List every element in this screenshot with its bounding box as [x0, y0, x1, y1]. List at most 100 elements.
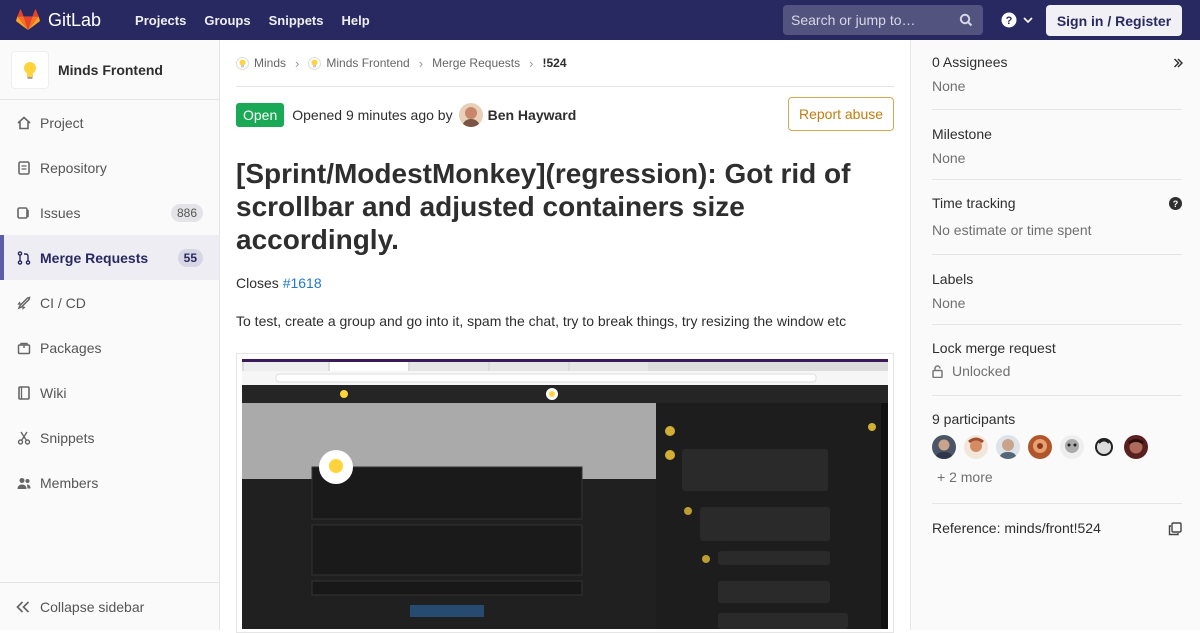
right-sidebar: 0 Assignees None Milestone None Time tra… [910, 40, 1200, 630]
sidebar-item-project[interactable]: Project [0, 100, 219, 145]
attached-screenshot[interactable] [236, 353, 894, 633]
lock-open-icon [932, 364, 943, 378]
labels-label: Labels [932, 271, 974, 287]
sidebar-item-packages[interactable]: Packages [0, 325, 219, 370]
project-header[interactable]: Minds Frontend [0, 40, 219, 100]
avatar[interactable] [1060, 435, 1084, 459]
avatar[interactable] [932, 435, 956, 459]
svg-text:?: ? [1006, 15, 1013, 27]
lightbulb-icon [308, 56, 322, 70]
sidebar-item-label: Wiki [40, 384, 67, 401]
book-icon [16, 385, 32, 400]
nav-help[interactable]: Help [342, 13, 370, 28]
users-icon [16, 476, 32, 490]
participants-label: 9 participants [932, 411, 1016, 427]
project-name: Minds Frontend [58, 61, 163, 78]
copy-icon[interactable] [1168, 522, 1182, 536]
merge-requests-count-badge: 55 [177, 248, 203, 267]
question-icon: ? [1001, 12, 1017, 28]
merge-icon [16, 250, 32, 265]
sidebar-item-snippets[interactable]: Snippets [0, 415, 219, 460]
assignees-value: None [932, 78, 966, 94]
page-title: [Sprint/ModestMonkey](regression): Got r… [236, 158, 851, 255]
collapse-label: Collapse sidebar [40, 598, 145, 615]
project-avatar [11, 50, 49, 89]
avatar[interactable] [1028, 435, 1052, 459]
author-link[interactable]: Ben Hayward [458, 102, 577, 127]
lightbulb-icon [24, 61, 36, 79]
svg-text:?: ? [1173, 199, 1179, 209]
nav-snippets[interactable]: Snippets [269, 13, 324, 28]
chevron-down-icon [1023, 17, 1033, 24]
sidebar-item-label: Packages [40, 339, 102, 356]
time-tracking-block: Time tracking No estimate or time spent … [932, 195, 1182, 255]
sidebar-item-label: Members [40, 474, 99, 491]
sidebar-item-repository[interactable]: Repository [0, 145, 219, 190]
participant-avatars [932, 435, 1182, 459]
main-content: Minds › Minds Frontend › Merge Requests … [236, 40, 894, 633]
milestone-block: Milestone None [932, 126, 1182, 180]
breadcrumb-minds[interactable]: Minds [236, 56, 286, 70]
milestone-value: None [932, 150, 966, 166]
breadcrumb: Minds › Minds Frontend › Merge Requests … [236, 40, 894, 87]
scissors-icon [16, 431, 32, 445]
assignees-block: 0 Assignees None [932, 54, 1182, 110]
nav-groups[interactable]: Groups [204, 13, 250, 28]
top-navbar: GitLab Projects Groups Snippets Help Sea… [0, 0, 1200, 40]
more-participants-link[interactable]: + 2 more [937, 469, 1182, 485]
avatar[interactable] [964, 435, 988, 459]
sidebar-item-label: Project [40, 114, 84, 131]
sidebar-item-label: Merge Requests [40, 249, 149, 266]
sidebar-item-ci-cd[interactable]: CI / CD [0, 280, 219, 325]
avatar[interactable] [996, 435, 1020, 459]
brand-name: GitLab [48, 9, 102, 30]
sidebar-item-label: CI / CD [40, 294, 86, 311]
lightbulb-icon [236, 56, 249, 70]
breadcrumb-text: Minds [254, 56, 287, 70]
nav-projects[interactable]: Projects [135, 13, 186, 28]
search-input[interactable]: Search or jump to… [783, 5, 983, 35]
avatar[interactable] [1124, 435, 1148, 459]
help-icon[interactable]: ? [1169, 197, 1182, 210]
sidebar-item-members[interactable]: Members [0, 460, 219, 505]
time-tracking-label: Time tracking [932, 195, 1016, 211]
report-abuse-button[interactable]: Report abuse [788, 97, 894, 131]
avatar [458, 102, 483, 127]
reference-block: Reference: minds/front!524 [932, 520, 1182, 560]
lock-block: Lock merge request Unlocked [932, 340, 1182, 396]
lock-label: Lock merge request [932, 340, 1056, 356]
opened-text: Opened 9 minutes ago by [292, 106, 453, 123]
collapse-sidebar-button[interactable]: Collapse sidebar [0, 582, 219, 630]
search-placeholder: Search or jump to… [791, 12, 916, 28]
sidebar-item-merge-requests[interactable]: Merge Requests 55 [0, 235, 219, 280]
search-icon [959, 13, 973, 27]
milestone-label: Milestone [932, 126, 992, 142]
issues-count-badge: 886 [170, 203, 203, 222]
rocket-icon [16, 295, 32, 310]
home-icon [16, 115, 32, 130]
gitlab-tanuki-icon [16, 9, 40, 30]
sign-in-button[interactable]: Sign in / Register [1046, 5, 1182, 36]
sidebar-item-wiki[interactable]: Wiki [0, 370, 219, 415]
closes-line: Closes #1618 [236, 275, 322, 291]
package-icon [16, 341, 32, 355]
gitlab-logo[interactable]: GitLab [16, 9, 101, 31]
mr-description: To test, create a group and go into it, … [236, 313, 847, 329]
author-name: Ben Hayward [487, 106, 577, 123]
breadcrumb-minds-frontend[interactable]: Minds Frontend [308, 56, 410, 70]
breadcrumb-merge-requests[interactable]: Merge Requests [432, 56, 520, 70]
sidebar-item-label: Repository [40, 159, 107, 176]
help-dropdown[interactable]: ? [1001, 12, 1033, 28]
lock-status: Unlocked [932, 363, 1182, 379]
mr-header: Open Opened 9 minutes ago by Ben Hayward… [236, 97, 894, 132]
double-chevron-left-icon [16, 600, 30, 613]
issue-link[interactable]: #1618 [283, 275, 322, 291]
sidebar-item-issues[interactable]: Issues 886 [0, 190, 219, 235]
doc-icon [16, 160, 32, 175]
reference-text: Reference: minds/front!524 [932, 520, 1101, 536]
avatar[interactable] [1092, 435, 1116, 459]
lock-value: Unlocked [952, 363, 1011, 379]
breadcrumb-current[interactable]: !524 [542, 56, 566, 70]
status-badge: Open [236, 102, 285, 127]
participants-block: 9 participants + 2 more [932, 411, 1182, 504]
